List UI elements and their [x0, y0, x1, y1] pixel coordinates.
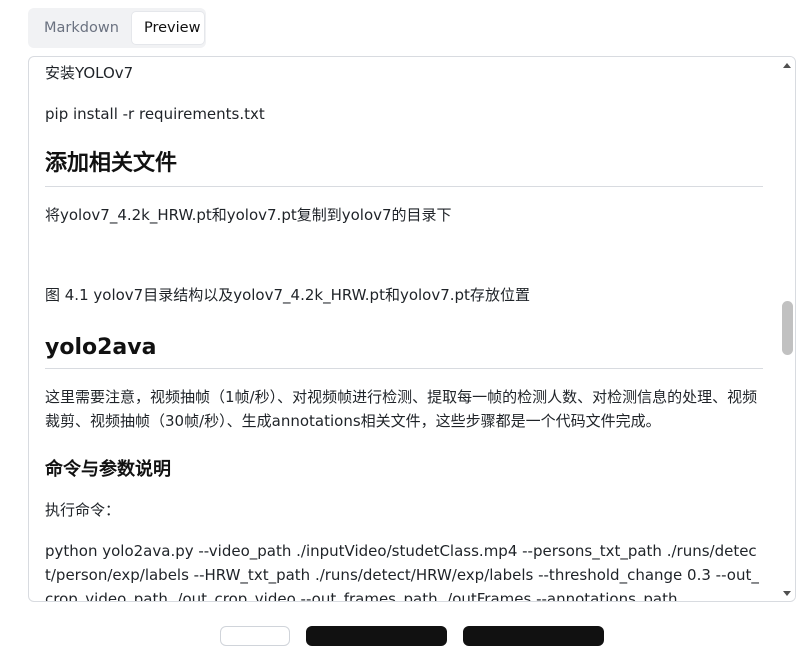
primary-button[interactable]	[306, 626, 447, 646]
copy-instruction: 将yolov7_4.2k_HRW.pt和yolov7.pt复制到yolov7的目…	[45, 206, 452, 224]
note-paragraph: 这里需要注意，视频抽帧（1帧/秒）、对视频帧进行检测、提取每一帧的检测人数、对检…	[45, 388, 758, 430]
install-heading-text: 安装YOLOv7	[45, 64, 134, 82]
scroll-up-arrow-icon[interactable]	[779, 57, 795, 73]
preview-content[interactable]: 安装YOLOv7 pip install -r requirements.txt…	[45, 57, 763, 602]
python-command: python yolo2ava.py --video_path ./inputV…	[45, 542, 759, 602]
view-mode-tabs: Markdown Preview	[28, 8, 206, 48]
vertical-scrollbar[interactable]	[779, 57, 795, 601]
scroll-down-arrow-icon[interactable]	[779, 585, 795, 601]
preview-panel: 安装YOLOv7 pip install -r requirements.txt…	[28, 56, 796, 602]
exec-label: 执行命令：	[45, 501, 121, 519]
pip-install-command: pip install -r requirements.txt	[45, 105, 265, 123]
primary-button[interactable]	[463, 626, 604, 646]
figure-caption: 图 4.1 yolov7目录结构以及yolov7_4.2k_HRW.pt和yol…	[45, 286, 530, 304]
heading-divider	[45, 368, 763, 369]
scrollbar-thumb[interactable]	[782, 301, 793, 355]
secondary-button[interactable]	[220, 626, 290, 646]
heading-add-files: 添加相关文件	[45, 151, 178, 176]
tab-markdown[interactable]: Markdown	[32, 12, 128, 44]
heading-command-params: 命令与参数说明	[45, 459, 171, 480]
heading-yolo2ava: yolo2ava	[45, 335, 157, 360]
tab-preview[interactable]: Preview	[132, 12, 204, 44]
heading-divider	[45, 186, 763, 187]
